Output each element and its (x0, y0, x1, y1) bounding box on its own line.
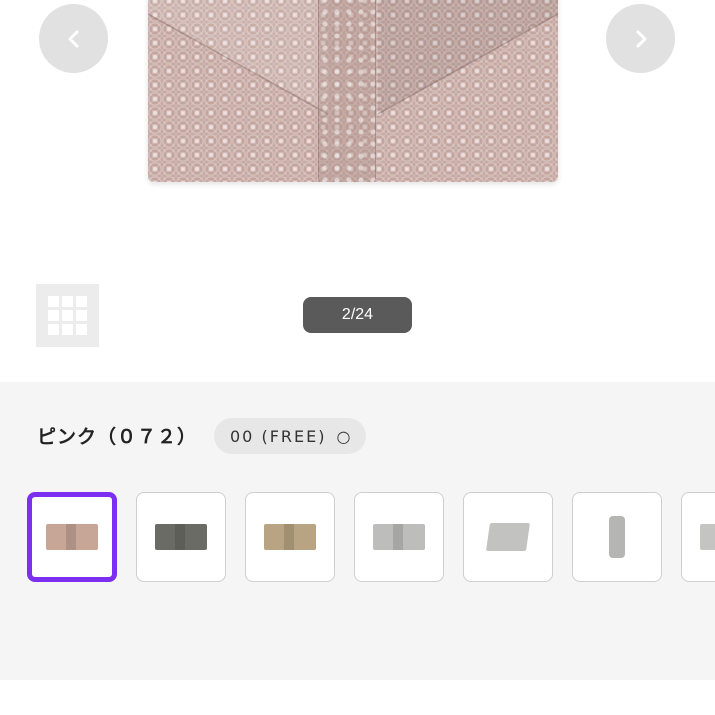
size-option-chip[interactable]: 00 (FREE) ○ (214, 418, 367, 454)
grid-view-button[interactable] (36, 284, 99, 347)
prev-image-button[interactable] (39, 4, 108, 73)
bottom-spacer (0, 680, 715, 715)
color-thumbnail[interactable] (463, 492, 553, 582)
grid-icon (48, 296, 87, 335)
thumbnail-image (46, 524, 98, 550)
chevron-right-icon (636, 30, 646, 47)
thumbnail-image (700, 524, 715, 550)
wallet-strap (318, 0, 376, 182)
thumbnail-image (373, 524, 425, 550)
color-thumbnail[interactable] (681, 492, 715, 582)
variant-options-panel: ピンク（０７２） 00 (FREE) ○ (0, 382, 715, 680)
color-thumbnail[interactable] (572, 492, 662, 582)
color-thumbnail[interactable] (136, 492, 226, 582)
color-thumbnail[interactable] (245, 492, 335, 582)
next-image-button[interactable] (606, 4, 675, 73)
color-thumbnail[interactable] (354, 492, 444, 582)
thumbnail-image (486, 523, 530, 551)
thumbnail-image (264, 524, 316, 550)
chevron-left-icon (68, 30, 78, 47)
thumbnail-image (609, 516, 625, 558)
thumbnail-image (155, 524, 207, 550)
selected-color-name: ピンク（０７２） (37, 426, 198, 448)
product-image[interactable] (148, 0, 558, 182)
color-thumbnail-strip (0, 492, 715, 584)
size-label: 00 (FREE) (230, 426, 327, 446)
product-gallery: 2/24 (0, 0, 715, 382)
stock-indicator: ○ (336, 426, 351, 446)
color-thumbnail[interactable] (27, 492, 117, 582)
image-counter: 2/24 (303, 297, 412, 333)
